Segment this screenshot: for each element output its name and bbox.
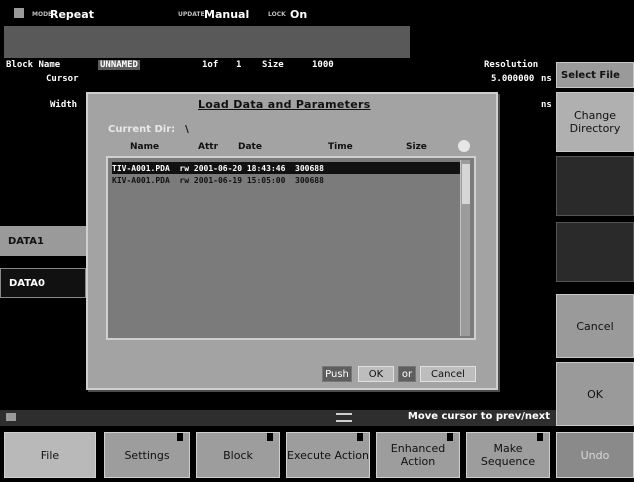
scrollbar-thumb[interactable] [462, 164, 470, 204]
change-directory-button[interactable]: Change Directory [556, 92, 634, 152]
block-label: Block [223, 448, 253, 462]
lock-key: LOCK [268, 11, 286, 18]
message-text: Move cursor to prev/next [407, 411, 550, 422]
settings-tab-marker [177, 433, 183, 441]
unit-ns-1: ns [541, 74, 552, 84]
data0-label: DATA0 [0, 268, 86, 298]
message-bar: Move cursor to prev/next [0, 410, 556, 426]
block-of-label: 1of [202, 60, 219, 70]
column-size: Size [406, 142, 427, 152]
execute-action-button[interactable]: Execute Action [286, 432, 370, 478]
push-label: Push [322, 366, 352, 382]
make-sequence-button[interactable]: Make Sequence [466, 432, 550, 478]
current-dir-label: Current Dir: [108, 124, 176, 135]
block-of-value: 1 [236, 60, 242, 70]
undo-label: Undo [580, 448, 610, 462]
enhanced-tab-marker [447, 433, 453, 441]
size-label: Size [262, 60, 284, 70]
size-value: 1000 [312, 60, 334, 70]
unit-ns-2: ns [541, 100, 552, 110]
settings-label: Settings [124, 448, 170, 462]
load-data-dialog: Load Data and Parameters Current Dir: \ N… [86, 92, 498, 390]
enhanced-action-button[interactable]: Enhanced Action [376, 432, 460, 478]
width-label: Width [50, 100, 78, 110]
top-grey-bar [4, 26, 410, 58]
block-name-label: Block Name [6, 60, 61, 70]
execute-label: Execute Action [287, 448, 369, 462]
side-empty-1 [556, 156, 634, 216]
cursor-label: Cursor [46, 74, 79, 84]
side-cancel-button[interactable]: Cancel [556, 294, 634, 358]
block-tab-marker [267, 433, 273, 441]
dialog-title: Load Data and Parameters [198, 98, 371, 111]
side-panel-title: Select File [556, 62, 634, 88]
disk-icon [14, 8, 24, 18]
settings-button[interactable]: Settings [104, 432, 190, 478]
block-name-value[interactable]: UNNAMED [98, 60, 140, 70]
data1-label: DATA1 [0, 226, 86, 256]
status-bar: MODE Repeat UPDATE Manual LOCK On [0, 8, 634, 22]
file-list-scrollbar[interactable] [460, 160, 470, 336]
enhanced-label: Enhanced Action [390, 442, 446, 468]
file-button-label: File [40, 448, 60, 462]
block-info-row: Block Name UNNAMED 1of 1 Size 1000 Resol… [6, 60, 554, 110]
execute-tab-marker [357, 433, 363, 441]
current-dir-value: \ [185, 124, 189, 135]
arrow-keys-icon [336, 413, 352, 422]
keyboard-icon [6, 413, 16, 421]
resolution-label: Resolution [484, 60, 539, 70]
file-row-1[interactable]: KIV-A001.PDA rw 2001-06-19 15:05:00 3006… [112, 174, 466, 186]
column-date: Date [238, 142, 262, 152]
file-list: TIV-A001.PDA rw 2001-06-20 18:43:46 3006… [106, 156, 476, 340]
column-attr: Attr [198, 142, 219, 152]
side-empty-2 [556, 222, 634, 282]
mode-value: Repeat [50, 8, 94, 21]
or-label: or [398, 366, 416, 382]
update-value: Manual [204, 8, 250, 21]
file-button[interactable]: File [4, 432, 96, 478]
column-name: Name [130, 142, 160, 152]
side-ok-button[interactable]: OK [556, 362, 634, 426]
column-time: Time [328, 142, 353, 152]
block-button[interactable]: Block [196, 432, 280, 478]
file-row-0[interactable]: TIV-A001.PDA rw 2001-06-20 18:43:46 3006… [112, 162, 466, 174]
current-dir: Current Dir: \ [108, 124, 189, 135]
resolution-value: 5.000000 [491, 74, 535, 84]
make-seq-tab-marker [537, 433, 543, 441]
undo-button[interactable]: Undo [556, 432, 634, 478]
lock-value: On [290, 8, 308, 21]
dialog-ok-button[interactable]: OK [358, 366, 394, 382]
sort-icon[interactable] [458, 140, 470, 152]
dialog-cancel-button[interactable]: Cancel [420, 366, 476, 382]
make-seq-label: Make Sequence [480, 442, 536, 468]
update-key: UPDATE [178, 11, 205, 18]
